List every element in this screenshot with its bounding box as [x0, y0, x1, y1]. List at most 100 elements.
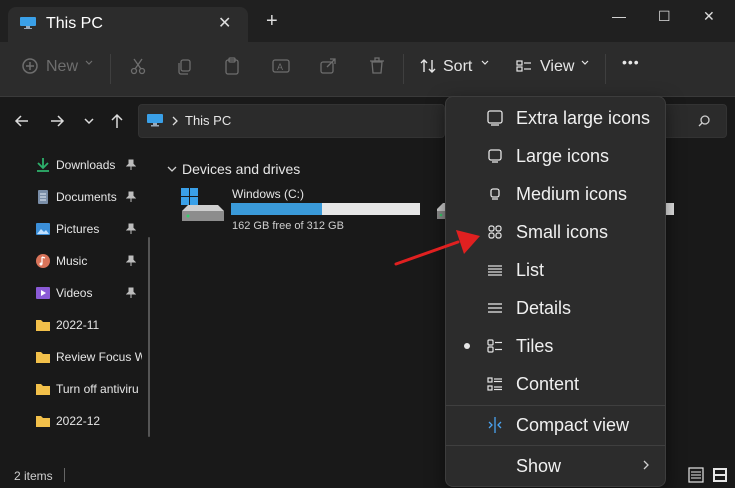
menu-item-tiles[interactable]: Tiles	[446, 327, 665, 365]
content-icon	[487, 377, 502, 391]
sidebar-item-folder[interactable]: Turn off antiviru	[0, 375, 150, 403]
menu-item-extra-large-icons[interactable]: Extra large icons	[446, 99, 665, 137]
toolbar-divider	[403, 54, 404, 84]
menu-item-label: Content	[516, 374, 580, 394]
sort-icon	[420, 59, 436, 73]
compact-view-icon	[488, 417, 502, 433]
view-menu: Extra large icons Large icons Medium ico…	[445, 96, 666, 487]
tab-title: This PC	[46, 15, 103, 32]
address-path: This PC	[185, 113, 232, 128]
monitor-icon	[147, 114, 163, 127]
folder-icon	[36, 352, 50, 363]
up-arrow-icon[interactable]	[107, 111, 127, 131]
chevron-right-icon	[172, 116, 178, 126]
sidebar-item-downloads[interactable]: Downloads	[0, 151, 150, 179]
rename-icon[interactable]: A	[271, 56, 291, 76]
drive-name: Windows (C:)	[232, 187, 305, 201]
menu-item-medium-icons[interactable]: Medium icons	[446, 175, 665, 213]
menu-divider	[446, 445, 665, 446]
forward-arrow-icon[interactable]	[47, 111, 67, 131]
sidebar-item-label: Review Focus W	[56, 350, 142, 364]
search-icon	[698, 115, 710, 127]
sidebar-item-documents[interactable]: Documents	[0, 183, 150, 211]
sidebar-item-videos[interactable]: Videos	[0, 279, 150, 307]
toolbar-divider	[110, 54, 111, 84]
drive-free-space: 162 GB free of 312 GB	[232, 220, 344, 232]
paste-icon[interactable]	[222, 56, 242, 76]
menu-item-large-icons[interactable]: Large icons	[446, 137, 665, 175]
small-icons-icon	[488, 225, 502, 239]
more-options-button[interactable]: •••	[622, 54, 640, 70]
close-window-button[interactable]: ✕	[703, 8, 715, 25]
drive-usage-fill	[231, 203, 322, 215]
address-bar[interactable]: This PC	[138, 104, 445, 138]
menu-item-details[interactable]: Details	[446, 289, 665, 327]
new-tab-button[interactable]: +	[266, 11, 278, 31]
title-bar: This PC ✕ + — ☐ ✕	[0, 0, 735, 42]
close-tab-button[interactable]: ✕	[218, 13, 231, 33]
sidebar-scrollbar[interactable]	[148, 237, 150, 437]
pin-icon[interactable]	[126, 223, 136, 235]
share-icon[interactable]	[318, 56, 338, 76]
back-arrow-icon[interactable]	[12, 111, 32, 131]
sidebar-item-label: 2022-11	[56, 318, 100, 332]
pin-icon[interactable]	[126, 287, 136, 299]
sidebar-item-label: 2022-12	[56, 414, 101, 428]
delete-icon[interactable]	[367, 56, 387, 76]
sidebar-item-music[interactable]: Music	[0, 247, 150, 275]
pin-icon[interactable]	[126, 191, 136, 203]
extra-large-icons-icon	[487, 110, 503, 126]
menu-item-small-icons[interactable]: Small icons	[446, 213, 665, 251]
large-icons-icon	[488, 149, 502, 163]
menu-item-label: Extra large icons	[516, 108, 651, 128]
document-icon	[38, 190, 48, 204]
menu-item-label: Tiles	[516, 336, 554, 356]
tiles-icon	[487, 339, 502, 353]
sidebar-item-pictures[interactable]: Pictures	[0, 215, 150, 243]
selected-bullet-icon	[464, 343, 470, 349]
pin-icon[interactable]	[126, 255, 136, 267]
menu-item-label: Compact view	[516, 415, 630, 435]
minimize-button[interactable]: —	[612, 8, 626, 24]
pin-icon[interactable]	[126, 159, 136, 171]
new-label: New	[46, 58, 79, 75]
collapse-chevron-icon[interactable]	[166, 163, 178, 175]
status-divider	[64, 468, 65, 482]
sort-label: Sort	[443, 58, 473, 75]
chevron-down-icon	[481, 60, 489, 65]
menu-item-show[interactable]: Show	[446, 447, 665, 485]
menu-item-list[interactable]: List	[446, 251, 665, 289]
maximize-button[interactable]: ☐	[658, 8, 671, 25]
section-title: Devices and drives	[182, 161, 301, 177]
menu-item-label: Medium icons	[516, 184, 628, 204]
menu-item-label: Large icons	[516, 146, 610, 166]
download-icon	[37, 158, 49, 172]
sidebar-item-folder[interactable]: 2022-12	[0, 407, 150, 435]
drive-tile[interactable]: Windows (C:) 162 GB free of 312 GB	[180, 187, 420, 237]
sidebar-item-folder[interactable]: Review Focus W	[0, 343, 150, 371]
tab-this-pc[interactable]: This PC ✕	[8, 7, 248, 42]
monitor-icon	[20, 17, 36, 29]
chevron-down-icon	[85, 60, 93, 65]
sidebar-item-folder[interactable]: 2022-11	[0, 311, 150, 339]
command-bar: New A Sort View •••	[0, 42, 735, 97]
view-label: View	[540, 58, 575, 75]
navigation-pane: Downloads Documents Pictures Music Video…	[0, 147, 158, 462]
search-input[interactable]	[660, 104, 727, 138]
menu-item-label: Show	[516, 456, 562, 476]
videos-icon	[36, 287, 50, 299]
tiles-view-icon[interactable]	[712, 467, 728, 483]
drive-usage-bar	[231, 203, 420, 215]
menu-item-compact-view[interactable]: Compact view	[446, 406, 665, 444]
details-view-icon[interactable]	[688, 467, 704, 483]
copy-icon[interactable]	[175, 56, 195, 76]
menu-item-label: Details	[516, 298, 572, 318]
folder-icon	[36, 320, 50, 331]
plus-circle-icon	[22, 58, 38, 74]
chevron-right-icon	[643, 460, 649, 470]
menu-item-label: List	[516, 260, 545, 280]
sidebar-item-label: Turn off antiviru	[56, 382, 139, 396]
recent-locations-chevron-icon[interactable]	[79, 111, 99, 131]
menu-item-content[interactable]: Content	[446, 365, 665, 403]
cut-icon[interactable]	[128, 56, 148, 76]
